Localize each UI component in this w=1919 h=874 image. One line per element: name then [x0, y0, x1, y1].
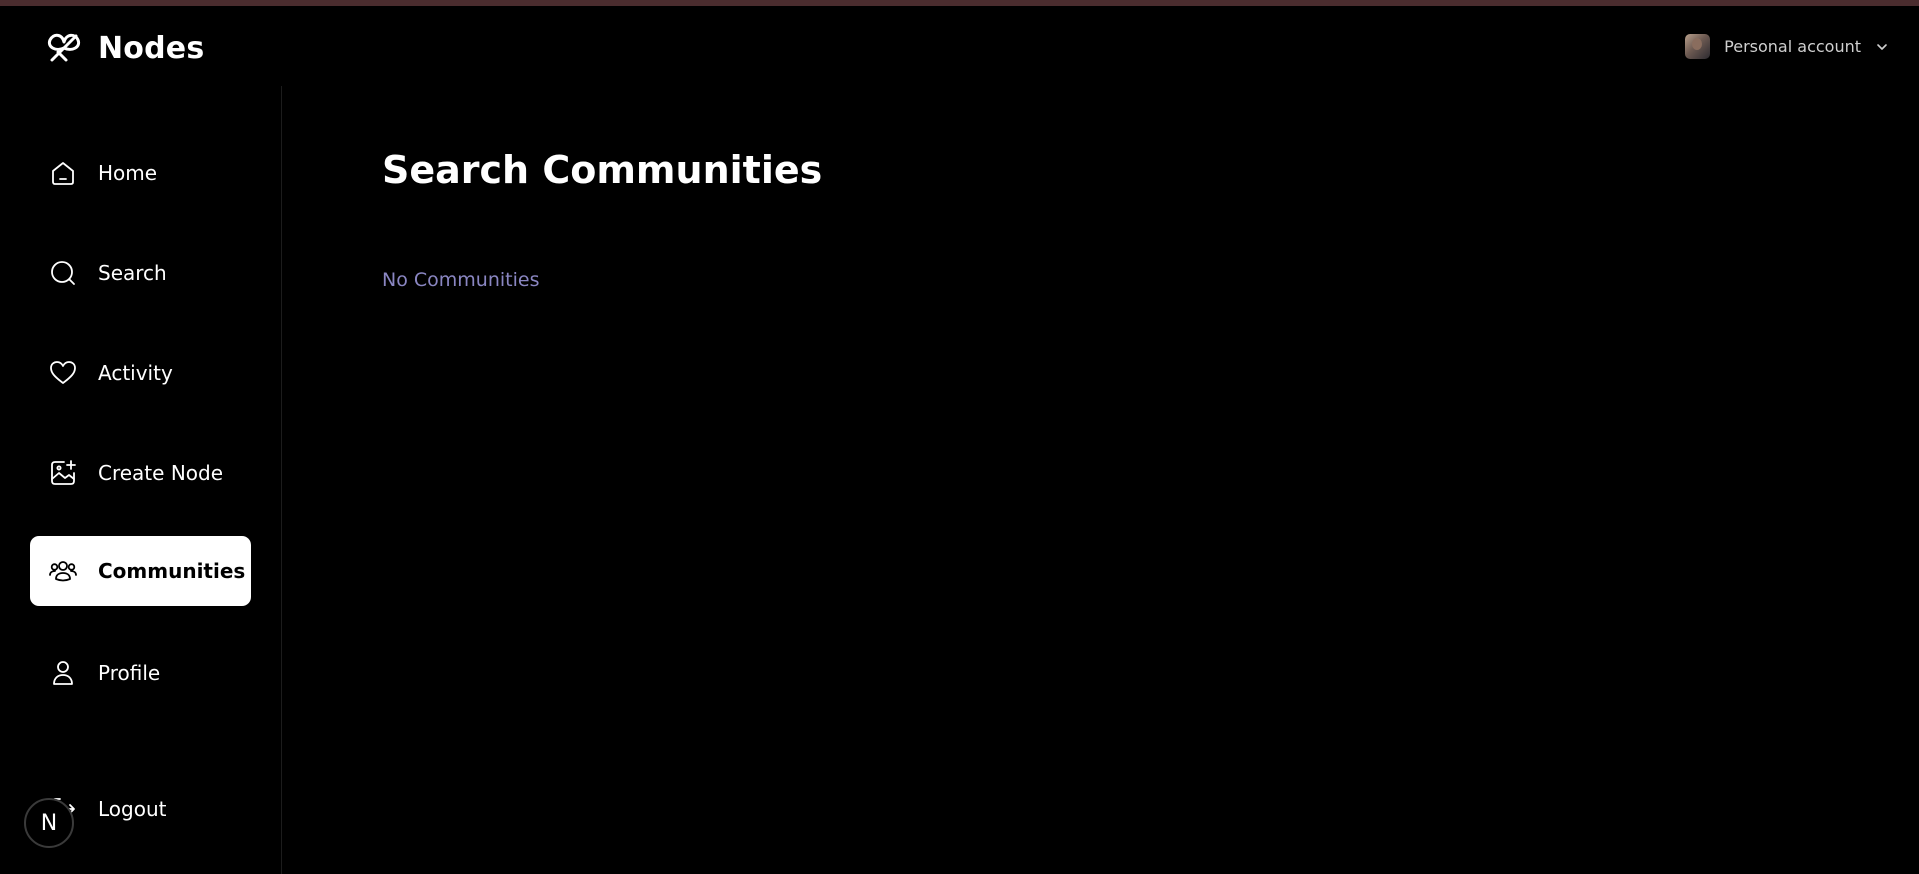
app-name: Nodes	[98, 30, 205, 66]
users-icon	[49, 561, 77, 582]
sidebar-item-home[interactable]: Home	[30, 138, 251, 208]
sidebar-item-label: Activity	[98, 361, 173, 385]
sidebar-item-profile[interactable]: Profile	[30, 638, 251, 708]
sidebar-item-label: Search	[98, 261, 167, 285]
sidebar-item-label: Communities	[98, 559, 246, 583]
sidebar-item-create-node[interactable]: Create Node	[30, 438, 251, 508]
chevron-down-icon	[1877, 43, 1887, 50]
search-icon	[51, 261, 75, 285]
home-icon	[52, 162, 74, 185]
sidebar-item-label: Profile	[98, 661, 161, 685]
sidebar-item-label: Create Node	[98, 461, 224, 485]
top-bar: Nodes Personal account	[0, 6, 1919, 86]
heart-icon	[50, 361, 76, 384]
logo-icon	[47, 33, 81, 62]
sidebar-item-label: Home	[98, 161, 158, 185]
user-icon	[53, 661, 73, 685]
n-badge[interactable]: N	[24, 798, 74, 848]
logout-label: Logout	[98, 797, 167, 821]
sidebar-item-communities[interactable]: Communities	[30, 536, 251, 606]
app-logo[interactable]: Nodes	[44, 30, 204, 66]
avatar	[1685, 34, 1711, 59]
sidebar-item-activity[interactable]: Activity	[30, 338, 251, 408]
image-plus-icon	[51, 460, 76, 485]
page-title: Search Communities	[382, 148, 823, 192]
account-label: Personal account	[1724, 37, 1861, 56]
main-content: Search Communities No Communities	[282, 86, 1919, 874]
sidebar-item-search[interactable]: Search	[30, 238, 251, 308]
account-switcher[interactable]: Personal account	[1685, 34, 1889, 59]
empty-state-message: No Communities	[382, 269, 540, 291]
sidebar: Home Search Activity Create Node Communi…	[0, 86, 282, 874]
